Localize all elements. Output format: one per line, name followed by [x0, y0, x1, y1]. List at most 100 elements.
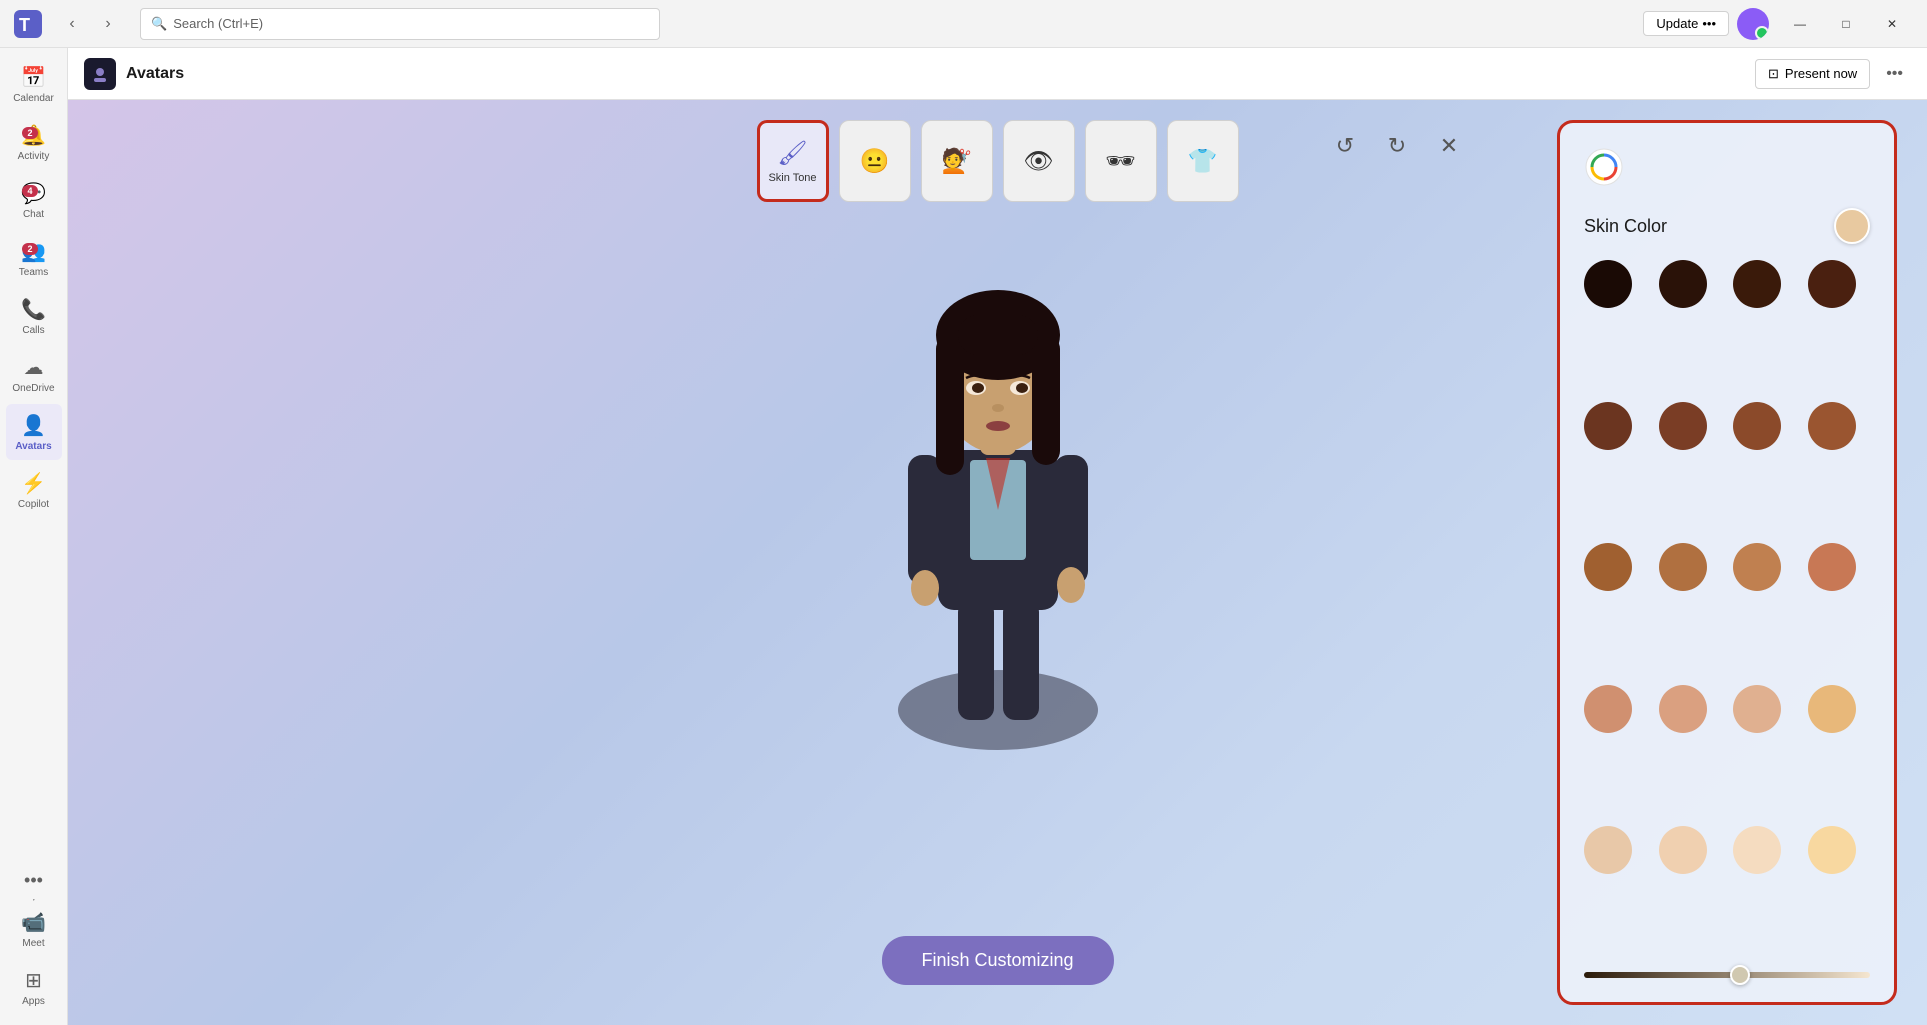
undo-button[interactable]: ↺	[1327, 128, 1363, 164]
activity-icon: 🔔2	[21, 123, 46, 148]
chat-icon: 💬4	[21, 181, 46, 206]
sidebar-item-avatars[interactable]: 👤 Avatars	[6, 404, 62, 460]
toolbar-btn-hair[interactable]: 💇	[921, 120, 993, 202]
meet-icon: 📹	[21, 910, 46, 935]
toolbar-btn-skin-tone[interactable]: 🖌 Skin Tone	[757, 120, 829, 202]
app-title: Avatars	[126, 65, 184, 83]
skin-color-swatch-10[interactable]	[1733, 543, 1781, 591]
clothing-icon: 👕	[1188, 147, 1218, 176]
skin-color-swatch-1[interactable]	[1659, 260, 1707, 308]
panel-logo	[1584, 147, 1870, 192]
skin-color-swatch-7[interactable]	[1808, 402, 1856, 450]
forward-button[interactable]: ›	[92, 8, 124, 40]
skin-color-swatch-11[interactable]	[1808, 543, 1856, 591]
sidebar-item-calls[interactable]: 📞 Calls	[6, 288, 62, 344]
skin-color-swatch-2[interactable]	[1733, 260, 1781, 308]
skin-color-swatch-12[interactable]	[1584, 685, 1632, 733]
skin-color-grid	[1584, 260, 1870, 956]
avatar-toolbar: 🖌 Skin Tone 😐 💇 👁🕶 👕	[757, 120, 1239, 202]
sidebar-item-calendar[interactable]: 📅 Calendar	[6, 56, 62, 112]
skin-color-swatch-8[interactable]	[1584, 543, 1632, 591]
skin-color-swatch-0[interactable]	[1584, 260, 1632, 308]
sidebar-item-activity[interactable]: 🔔2 Activity	[6, 114, 62, 170]
teams-icon: 👥2	[21, 239, 46, 264]
sidebar-label-avatars: Avatars	[15, 441, 51, 452]
sidebar-label-calendar: Calendar	[13, 93, 54, 104]
sidebar-item-onedrive[interactable]: ☁ OneDrive	[6, 346, 62, 402]
header-right: ⊡ Present now •••	[1755, 59, 1911, 89]
sidebar-more-button[interactable]: •••	[24, 870, 43, 891]
search-placeholder: Search (Ctrl+E)	[173, 16, 263, 31]
toolbar-btn-clothing[interactable]: 👕	[1167, 120, 1239, 202]
app-header: Avatars ⊡ Present now •••	[68, 48, 1927, 100]
toolbar-btn-accessories[interactable]: 🕶	[1085, 120, 1157, 202]
window-controls: — □ ✕	[1777, 8, 1915, 40]
skin-tone-label: Skin Tone	[768, 172, 816, 184]
content-area: Avatars ⊡ Present now ••• 🖌 Skin Tone 😐 💇 👁🕶…	[68, 48, 1927, 1025]
sidebar-label-apps: Apps	[22, 996, 45, 1007]
avatar-figure	[838, 220, 1158, 800]
skin-color-swatch-19[interactable]	[1808, 826, 1856, 874]
update-button[interactable]: Update •••	[1643, 11, 1729, 36]
search-icon: 🔍	[151, 16, 167, 32]
face-icon: 😐	[860, 147, 890, 176]
panel-title: Skin Color	[1584, 216, 1667, 237]
skin-color-swatch-9[interactable]	[1659, 543, 1707, 591]
sidebar-item-meet[interactable]: 📹 Meet	[6, 901, 62, 957]
toolbar-btn-facial-features[interactable]: 👁	[1003, 120, 1075, 202]
sidebar-item-copilot[interactable]: ⚡ Copilot	[6, 462, 62, 518]
calls-icon: 📞	[21, 297, 46, 322]
skin-tone-icon: 🖌	[777, 139, 807, 168]
back-button[interactable]: ‹	[56, 8, 88, 40]
more-options-button[interactable]: •••	[1878, 61, 1911, 87]
panel-title-row: Skin Color	[1584, 208, 1870, 244]
sidebar: 📅 Calendar 🔔2 Activity 💬4 Chat 👥2Teams 📞 Calls ☁ O…	[0, 48, 68, 1025]
present-now-button[interactable]: ⊡ Present now	[1755, 59, 1870, 89]
finish-customizing-button[interactable]: Finish Customizing	[881, 936, 1113, 985]
close-customization-button[interactable]: ✕	[1431, 128, 1467, 164]
search-bar[interactable]: 🔍 Search (Ctrl+E)	[140, 8, 660, 40]
user-avatar[interactable]	[1737, 8, 1769, 40]
skin-tone-slider[interactable]	[1584, 972, 1870, 978]
teams-app-logo: T	[12, 8, 44, 40]
skin-color-swatch-4[interactable]	[1584, 402, 1632, 450]
minimize-button[interactable]: —	[1777, 8, 1823, 40]
title-bar: T ‹ › 🔍 Search (Ctrl+E) Update ••• — □ ✕	[0, 0, 1927, 48]
skin-color-swatch-6[interactable]	[1733, 402, 1781, 450]
avatar-workspace: 🖌 Skin Tone 😐 💇 👁🕶 👕 ↺ ↻ ✕	[68, 100, 1927, 1025]
svg-text:T: T	[19, 15, 30, 35]
sidebar-label-chat: Chat	[23, 209, 44, 220]
present-icon: ⊡	[1768, 66, 1779, 82]
skin-color-swatch-15[interactable]	[1808, 685, 1856, 733]
redo-button[interactable]: ↻	[1379, 128, 1415, 164]
skin-color-swatch-16[interactable]	[1584, 826, 1632, 874]
skin-color-swatch-13[interactable]	[1659, 685, 1707, 733]
avatars-icon: 👤	[21, 413, 46, 438]
sidebar-item-apps[interactable]: ⊞Apps	[6, 959, 62, 1015]
maximize-button[interactable]: □	[1823, 8, 1869, 40]
sidebar-label-onedrive: OneDrive	[12, 383, 54, 394]
sidebar-label-calls: Calls	[22, 325, 44, 336]
navigation-buttons: ‹ ›	[56, 8, 124, 40]
calendar-icon: 📅	[21, 65, 46, 90]
skin-color-swatch-3[interactable]	[1808, 260, 1856, 308]
skin-color-panel: Skin Color	[1557, 120, 1897, 1005]
skin-color-swatch-5[interactable]	[1659, 402, 1707, 450]
title-bar-actions: Update ••• — □ ✕	[1643, 8, 1915, 40]
skin-color-swatch-14[interactable]	[1733, 685, 1781, 733]
sidebar-item-teams[interactable]: 👥2Teams	[6, 230, 62, 286]
sidebar-item-chat[interactable]: 💬4 Chat	[6, 172, 62, 228]
avatar-toolbar-right: ↺ ↻ ✕	[1327, 128, 1467, 164]
sidebar-label-activity: Activity	[18, 151, 50, 162]
onedrive-icon: ☁	[24, 355, 44, 380]
toolbar-btn-face[interactable]: 😐	[839, 120, 911, 202]
hair-icon: 💇	[942, 147, 972, 176]
close-button[interactable]: ✕	[1869, 8, 1915, 40]
skin-color-swatch-18[interactable]	[1733, 826, 1781, 874]
app-icon	[84, 58, 116, 90]
copilot-icon: ⚡	[21, 471, 46, 496]
sidebar-label-copilot: Copilot	[18, 499, 49, 510]
skin-color-swatch-17[interactable]	[1659, 826, 1707, 874]
skin-color-preview	[1834, 208, 1870, 244]
sidebar-label-meet: Meet	[22, 938, 44, 949]
